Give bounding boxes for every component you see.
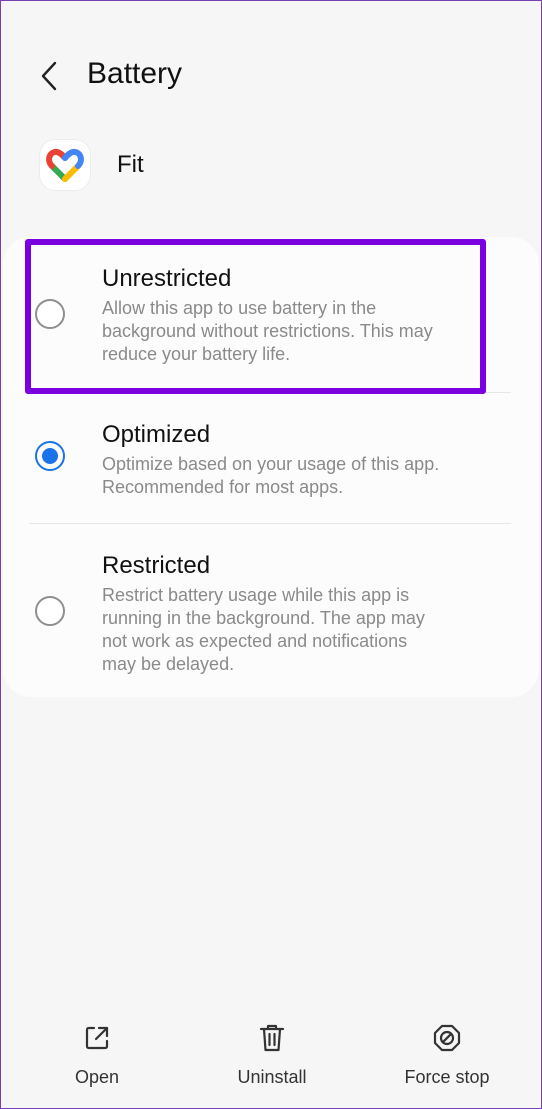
- force-stop-label: Force stop: [404, 1067, 490, 1087]
- trash-icon: [255, 1021, 289, 1055]
- highlight-box: [25, 239, 486, 394]
- open-external-icon: [80, 1021, 114, 1055]
- stop-icon: [430, 1021, 464, 1055]
- back-button[interactable]: [35, 59, 63, 93]
- force-stop-button[interactable]: Force stop: [399, 1021, 495, 1088]
- header: Battery: [1, 41, 541, 111]
- radio-optimized[interactable]: [35, 441, 65, 471]
- option-description: Restrict battery usage while this app is…: [102, 585, 425, 674]
- chevron-left-icon: [41, 61, 57, 91]
- bottom-action-bar: Open Uninstall Force stop: [1, 1021, 541, 1101]
- option-title: Restricted: [102, 552, 211, 579]
- option-description: Optimize based on your usage of this app…: [102, 454, 440, 497]
- radio-restricted[interactable]: [35, 596, 65, 626]
- google-fit-app-icon: [39, 139, 91, 191]
- page-title: Battery: [87, 57, 183, 90]
- option-title: Optimized: [102, 421, 211, 448]
- app-info-row: Fit: [39, 139, 144, 191]
- uninstall-button[interactable]: Uninstall: [227, 1021, 317, 1088]
- open-button[interactable]: Open: [63, 1021, 131, 1088]
- option-restricted[interactable]: Restricted Restrict battery usage while …: [1, 524, 541, 694]
- option-optimized[interactable]: Optimized Optimize based on your usage o…: [1, 393, 541, 523]
- open-label: Open: [74, 1067, 120, 1087]
- uninstall-label: Uninstall: [237, 1067, 307, 1087]
- app-name: Fit: [117, 151, 144, 178]
